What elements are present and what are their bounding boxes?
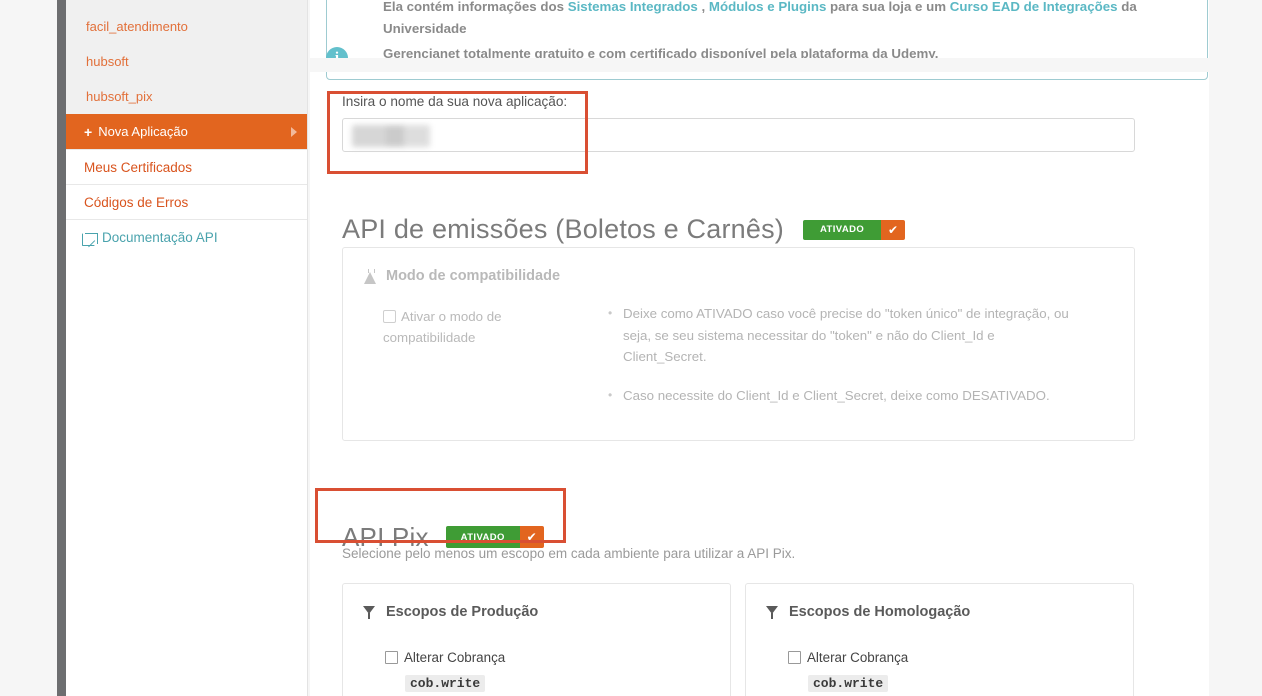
banner-bottom-strip: [310, 58, 1209, 72]
sidebar: facil_atendimento hubsoft hubsoft_pix + …: [66, 0, 308, 696]
sidebar-item-label: Documentação API: [102, 229, 218, 245]
scope-card-homologacao-title: Escopos de Homologação: [766, 604, 970, 620]
sidebar-item-hubsoft[interactable]: hubsoft: [66, 44, 307, 79]
api-pix-toggle-label: ATIVADO: [445, 526, 520, 549]
flask-icon: [364, 268, 377, 284]
compatibility-bullet: Deixe como ATIVADO caso você precise do …: [608, 303, 1075, 368]
banner-line-2: Ela contém informações dos Sistemas Inte…: [383, 0, 1191, 40]
scope-item-code: cob.write: [808, 675, 889, 692]
scope-title-text: Escopos de Produção: [386, 604, 539, 620]
compatibility-panel-title: Modo de compatibilidade: [364, 268, 560, 284]
check-icon: ✔: [519, 526, 544, 549]
banner-line2-mid1: ,: [697, 0, 709, 14]
api-emissoes-title: API de emissões (Boletos e Carnês): [342, 214, 784, 245]
scope-card-producao: Escopos de Produção Alterar Cobrança cob…: [342, 583, 731, 696]
sidebar-item-codigos-de-erros[interactable]: Códigos de Erros: [66, 184, 307, 219]
sidebar-item-label: Meus Certificados: [84, 159, 193, 175]
api-emissoes-toggle-label: ATIVADO: [803, 219, 882, 240]
plus-icon: +: [84, 123, 93, 140]
scope-item-label: Alterar Cobrança: [807, 650, 909, 665]
scope-item-row[interactable]: Alterar Cobrança: [385, 649, 505, 667]
sidebar-item-hubsoft-pix[interactable]: hubsoft_pix: [66, 79, 307, 114]
compatibility-checkbox-label: Ativar o modo de compatibilidade: [383, 309, 502, 345]
page-root: facil_atendimento hubsoft hubsoft_pix + …: [0, 0, 1262, 696]
scope-item-code: cob.write: [405, 675, 486, 692]
curso-ead-link[interactable]: Curso EAD de Integrações: [950, 0, 1118, 14]
funnel-icon: [766, 605, 779, 619]
sidebar-item-meus-certificados[interactable]: Meus Certificados: [66, 149, 307, 184]
funnel-icon: [363, 605, 376, 619]
scope-checkbox[interactable]: [788, 651, 801, 664]
api-pix-subtitle: Selecione pelo menos um escopo em cada a…: [342, 546, 796, 561]
sidebar-item-facil-atendimento[interactable]: facil_atendimento: [66, 9, 307, 44]
sidebar-item-label: hubsoft: [86, 54, 129, 69]
sidebar-item-label: hubsoft_pix: [86, 89, 153, 104]
scope-item-label: Alterar Cobrança: [404, 650, 506, 665]
api-emissoes-heading: API de emissões (Boletos e Carnês) ATIVA…: [342, 214, 907, 245]
sistemas-integrados-link[interactable]: Sistemas Integrados: [568, 0, 698, 14]
sidebar-item-documentacao-api[interactable]: Documentação API: [66, 219, 307, 254]
compatibility-panel: Modo de compatibilidade Ativar o modo de…: [342, 247, 1135, 441]
scope-title-text: Escopos de Homologação: [789, 604, 971, 620]
sidebar-item-cutoff[interactable]: [66, 0, 307, 9]
sidebar-item-label: Códigos de Erros: [84, 194, 189, 210]
modulos-e-plugins-link[interactable]: Módulos e Plugins: [709, 0, 826, 14]
compatibility-help-list: Deixe como ATIVADO caso você precise do …: [605, 303, 1075, 423]
compatibility-title-text: Modo de compatibilidade: [386, 268, 561, 284]
scope-item-row[interactable]: Alterar Cobrança: [788, 649, 908, 667]
left-gutter: [0, 0, 57, 696]
scope-card-homologacao: Escopos de Homologação Alterar Cobrança …: [745, 583, 1134, 696]
check-icon: ✔: [881, 219, 906, 240]
scope-card-producao-title: Escopos de Produção: [363, 604, 538, 620]
application-name-block: Insira o nome da sua nova aplicação:: [342, 94, 1167, 152]
application-name-label: Insira o nome da sua nova aplicação:: [342, 94, 568, 109]
banner-line2-pre: Ela contém informações dos: [383, 0, 568, 14]
compatibility-checkbox-row[interactable]: Ativar o modo de compatibilidade: [383, 306, 553, 348]
external-link-icon: [82, 232, 98, 246]
sidebar-item-label: Nova Aplicação: [98, 124, 188, 139]
sidebar-item-label: facil_atendimento: [86, 19, 188, 34]
left-dark-rail: [57, 0, 66, 696]
sidebar-item-nova-aplicacao[interactable]: + Nova Aplicação: [66, 114, 307, 149]
scope-checkbox[interactable]: [385, 651, 398, 664]
main-content: Que tal conhecer a documentação completa…: [310, 0, 1209, 696]
chevron-right-icon: [291, 126, 297, 137]
compatibility-bullet: Caso necessite do Client_Id e Client_Sec…: [608, 385, 1075, 407]
redacted-application-name-value: [352, 125, 430, 147]
compatibility-checkbox[interactable]: [383, 310, 396, 323]
right-gutter: [1209, 0, 1262, 696]
banner-line2-mid2: para sua loja e um: [826, 0, 950, 14]
application-name-input[interactable]: [342, 118, 1135, 152]
api-emissoes-toggle[interactable]: ATIVADO ✔: [802, 218, 907, 241]
